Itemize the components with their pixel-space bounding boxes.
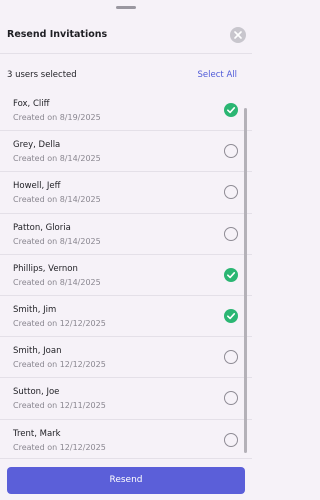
list-item[interactable]: Fox, Cliff Created on 8/19/2025 <box>0 90 252 132</box>
footer-divider <box>0 458 252 459</box>
user-list: Fox, Cliff Created on 8/19/2025 Grey, De… <box>0 90 252 460</box>
created-date: Created on 12/12/2025 <box>13 318 106 328</box>
user-name: Sutton, Joe <box>13 387 60 398</box>
header-divider <box>0 53 252 54</box>
created-date: Created on 12/11/2025 <box>13 401 106 411</box>
selected-count: 3 users selected <box>7 70 77 80</box>
selection-checkbox[interactable] <box>224 308 238 323</box>
created-date: Created on 8/14/2025 <box>13 236 101 246</box>
close-icon <box>234 31 242 39</box>
selection-checkbox[interactable] <box>224 267 238 282</box>
close-button[interactable] <box>230 27 246 43</box>
user-name: Smith, Jim <box>13 304 57 315</box>
user-name: Fox, Cliff <box>13 99 50 109</box>
list-item[interactable]: Howell, Jeff Created on 8/14/2025 <box>0 172 252 214</box>
checkmark-icon <box>227 312 236 320</box>
dialog-title: Resend Invitations <box>7 29 108 40</box>
resend-button[interactable]: Resend <box>7 467 245 494</box>
user-name: Howell, Jeff <box>13 181 61 192</box>
checkmark-icon <box>227 271 236 278</box>
selection-bar: 3 users selected Select All <box>0 67 252 83</box>
created-date: Created on 8/14/2025 <box>13 154 101 164</box>
selection-checkbox[interactable] <box>224 391 238 406</box>
created-date: Created on 12/12/2025 <box>13 360 106 370</box>
list-item[interactable]: Smith, Joan Created on 12/12/2025 <box>0 337 252 379</box>
user-name: Trent, Mark <box>13 428 61 439</box>
list-item[interactable]: Grey, Della Created on 8/14/2025 <box>0 131 252 173</box>
created-date: Created on 8/19/2025 <box>13 113 101 122</box>
drag-handle[interactable] <box>116 6 136 9</box>
selection-checkbox[interactable] <box>224 144 238 159</box>
created-date: Created on 12/12/2025 <box>13 442 106 452</box>
user-name: Grey, Della <box>13 140 61 151</box>
checkmark-icon <box>227 107 236 114</box>
selection-checkbox[interactable] <box>224 432 238 447</box>
selection-checkbox[interactable] <box>224 350 238 365</box>
list-item[interactable]: Trent, Mark Created on 12/12/2025 <box>0 420 252 460</box>
list-item[interactable]: Patton, Gloria Created on 8/14/2025 <box>0 214 252 255</box>
created-date: Created on 8/14/2025 <box>13 277 101 287</box>
select-all-button[interactable]: Select All <box>198 67 237 83</box>
selection-checkbox[interactable] <box>224 226 238 241</box>
user-name: Patton, Gloria <box>13 222 71 233</box>
user-name: Phillips, Vernon <box>13 263 78 274</box>
list-item[interactable]: Sutton, Joe Created on 12/11/2025 <box>0 378 252 420</box>
selection-checkbox[interactable] <box>224 185 238 200</box>
list-item[interactable]: Phillips, Vernon Created on 8/14/2025 <box>0 255 252 296</box>
selection-checkbox[interactable] <box>224 103 238 117</box>
user-name: Smith, Joan <box>13 346 62 357</box>
created-date: Created on 8/14/2025 <box>13 195 101 205</box>
dialog-header: Resend Invitations <box>0 26 252 44</box>
list-scrollbar[interactable] <box>244 108 247 453</box>
list-item[interactable]: Smith, Jim Created on 12/12/2025 <box>0 296 252 338</box>
